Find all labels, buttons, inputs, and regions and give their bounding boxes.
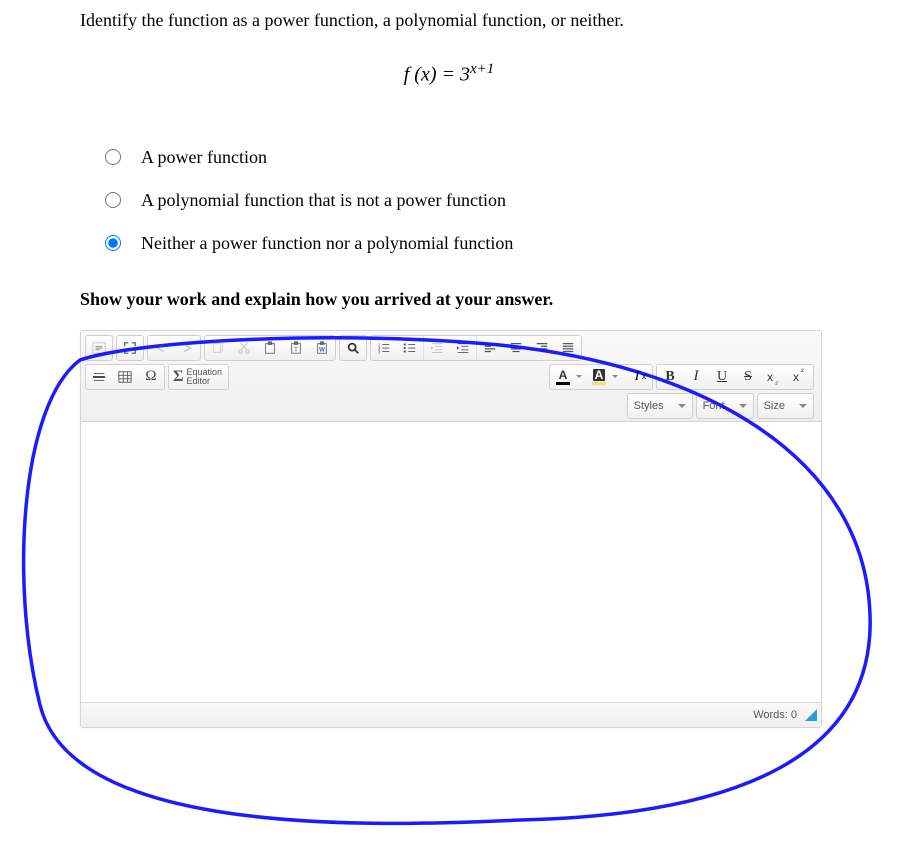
paste-text-icon[interactable]: T: [283, 336, 309, 360]
indent-icon[interactable]: [450, 336, 476, 360]
resize-grip-icon[interactable]: [805, 709, 817, 721]
svg-text:3: 3: [378, 349, 381, 354]
styles-label: Styles: [634, 400, 664, 412]
align-left-icon[interactable]: [477, 336, 503, 360]
option-neither[interactable]: Neither a power function nor a polynomia…: [105, 233, 898, 254]
option-label: A polynomial function that is not a powe…: [141, 190, 506, 211]
option-label: Neither a power function nor a polynomia…: [141, 233, 513, 254]
ordered-list-icon[interactable]: 123: [371, 336, 397, 360]
paste-icon[interactable]: [257, 336, 283, 360]
undo-icon[interactable]: [148, 336, 174, 360]
table-icon[interactable]: [112, 365, 138, 389]
align-justify-icon[interactable]: [555, 336, 581, 360]
option-polynomial[interactable]: A polynomial function that is not a powe…: [105, 190, 898, 211]
search-icon[interactable]: [340, 336, 366, 360]
underline-button[interactable]: U: [709, 365, 735, 389]
size-label: Size: [764, 400, 785, 412]
bold-button[interactable]: B: [657, 365, 683, 389]
radio-power-function[interactable]: [105, 149, 121, 165]
font-dropdown[interactable]: Font: [696, 393, 754, 419]
subscript-button[interactable]: x₂: [761, 365, 787, 389]
styles-dropdown[interactable]: Styles: [627, 393, 693, 419]
equation: f (x) = 3x+1: [0, 61, 898, 87]
equation-base: f (x) = 3: [404, 64, 470, 86]
superscript-button[interactable]: x²: [787, 365, 813, 389]
horizontal-rule-icon[interactable]: [86, 365, 112, 389]
rich-text-editor: T W 123: [80, 330, 822, 728]
cut-icon[interactable]: [231, 336, 257, 360]
maximize-icon[interactable]: [117, 336, 143, 360]
editor-toolbar: T W 123: [81, 331, 821, 422]
editor-footer: Words: 0: [81, 702, 821, 727]
size-dropdown[interactable]: Size: [757, 393, 814, 419]
bg-color-caret-icon[interactable]: [612, 375, 618, 378]
word-count: Words: 0: [753, 709, 797, 721]
svg-text:W: W: [319, 346, 325, 353]
question-prompt: Identify the function as a power functio…: [80, 10, 898, 31]
radio-neither[interactable]: [105, 235, 121, 251]
unordered-list-icon[interactable]: [397, 336, 423, 360]
option-power-function[interactable]: A power function: [105, 147, 898, 168]
option-label: A power function: [141, 147, 267, 168]
copy-icon[interactable]: [205, 336, 231, 360]
editor-body[interactable]: [81, 422, 821, 702]
equation-editor-label: Equation Editor: [186, 368, 222, 386]
bg-color-button[interactable]: A: [588, 365, 610, 389]
align-right-icon[interactable]: [529, 336, 555, 360]
strike-button[interactable]: S: [735, 365, 761, 389]
redo-icon[interactable]: [174, 336, 200, 360]
align-center-icon[interactable]: [503, 336, 529, 360]
equation-editor-button[interactable]: Σ Equation Editor: [168, 364, 229, 390]
paste-word-icon[interactable]: W: [309, 336, 335, 360]
outdent-icon[interactable]: [424, 336, 450, 360]
italic-button[interactable]: I: [683, 365, 709, 389]
font-label: Font: [703, 400, 725, 412]
show-work-heading: Show your work and explain how you arriv…: [80, 289, 898, 310]
special-char-icon[interactable]: Ω: [138, 365, 164, 389]
text-color-caret-icon[interactable]: [576, 375, 582, 378]
remove-format-button[interactable]: I: [624, 369, 650, 385]
equation-exponent: x+1: [470, 61, 494, 77]
svg-text:T: T: [294, 346, 298, 353]
source-icon[interactable]: [86, 336, 112, 360]
answer-options: A power function A polynomial function t…: [105, 147, 898, 254]
radio-polynomial[interactable]: [105, 192, 121, 208]
text-color-button[interactable]: A: [552, 365, 574, 389]
